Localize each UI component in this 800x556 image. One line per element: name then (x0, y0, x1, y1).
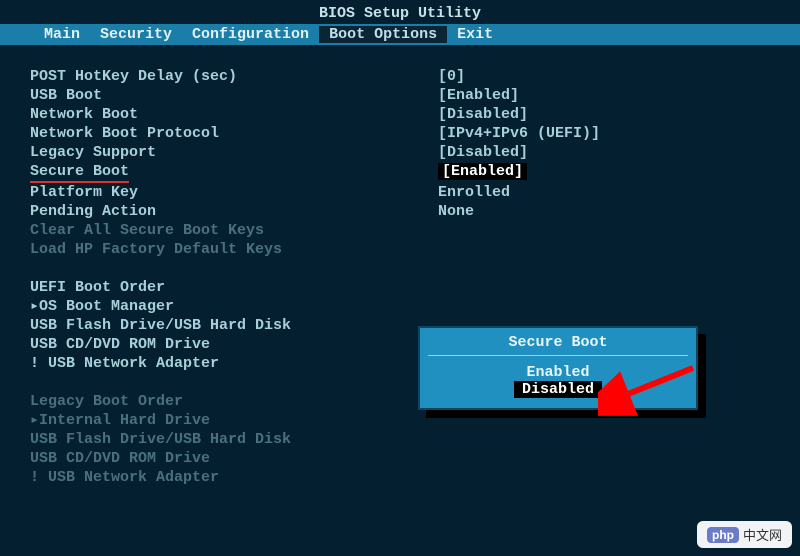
menu-boot-options[interactable]: Boot Options (319, 26, 447, 43)
bios-title: BIOS Setup Utility (0, 0, 800, 24)
uefi-boot-order-header: UEFI Boot Order (30, 278, 770, 297)
secure-boot-label-underlined: Secure Boot (30, 162, 129, 183)
popup-body: Enabled Disabled (420, 356, 696, 408)
legacy-boot-item: ! USB Network Adapter (30, 468, 770, 487)
setting-network-boot-protocol[interactable]: Network Boot Protocol [IPv4+IPv6 (UEFI)] (30, 124, 770, 143)
popup-option-disabled[interactable]: Disabled (514, 381, 602, 398)
setting-post-hotkey-delay[interactable]: POST HotKey Delay (sec) [0] (30, 67, 770, 86)
setting-legacy-support[interactable]: Legacy Support [Disabled] (30, 143, 770, 162)
menu-main[interactable]: Main (34, 26, 90, 43)
setting-value: [IPv4+IPv6 (UEFI)] (438, 124, 770, 143)
setting-label: Legacy Support (30, 143, 438, 162)
setting-value: [Enabled] (438, 86, 770, 105)
secure-boot-popup: Secure Boot Enabled Disabled (418, 326, 698, 410)
setting-value: None (438, 202, 770, 221)
setting-label: Platform Key (30, 183, 438, 202)
action-load-hp-factory-keys: Load HP Factory Default Keys (30, 240, 770, 259)
setting-network-boot[interactable]: Network Boot [Disabled] (30, 105, 770, 124)
content-area: POST HotKey Delay (sec) [0] USB Boot [En… (0, 45, 800, 509)
setting-pending-action[interactable]: Pending Action None (30, 202, 770, 221)
menu-configuration[interactable]: Configuration (182, 26, 319, 43)
popup-option-enabled[interactable]: Enabled (420, 364, 696, 381)
action-clear-secure-boot-keys: Clear All Secure Boot Keys (30, 221, 770, 240)
menu-security[interactable]: Security (90, 26, 182, 43)
popup-title: Secure Boot (428, 328, 688, 356)
secure-boot-value-highlighted: [Enabled] (438, 163, 527, 180)
setting-value: [0] (438, 67, 770, 86)
setting-secure-boot[interactable]: Secure Boot [Enabled] (30, 162, 770, 183)
setting-usb-boot[interactable]: USB Boot [Enabled] (30, 86, 770, 105)
menu-exit[interactable]: Exit (447, 26, 503, 43)
setting-value: [Disabled] (438, 105, 770, 124)
setting-value: [Enabled] (438, 162, 770, 183)
setting-value: [Disabled] (438, 143, 770, 162)
setting-platform-key[interactable]: Platform Key Enrolled (30, 183, 770, 202)
menu-bar: Main Security Configuration Boot Options… (0, 24, 800, 45)
uefi-boot-item[interactable]: ▸OS Boot Manager (30, 297, 770, 316)
setting-label: Pending Action (30, 202, 438, 221)
setting-label: Network Boot Protocol (30, 124, 438, 143)
setting-label: POST HotKey Delay (sec) (30, 67, 438, 86)
watermark: php 中文网 (697, 521, 792, 548)
setting-value: Enrolled (438, 183, 770, 202)
setting-label: Network Boot (30, 105, 438, 124)
legacy-boot-item: USB CD/DVD ROM Drive (30, 449, 770, 468)
setting-label: Secure Boot (30, 162, 438, 183)
watermark-logo: php (707, 527, 739, 543)
legacy-boot-item: ▸Internal Hard Drive (30, 411, 770, 430)
setting-label: USB Boot (30, 86, 438, 105)
watermark-text: 中文网 (743, 525, 782, 544)
legacy-boot-item: USB Flash Drive/USB Hard Disk (30, 430, 770, 449)
